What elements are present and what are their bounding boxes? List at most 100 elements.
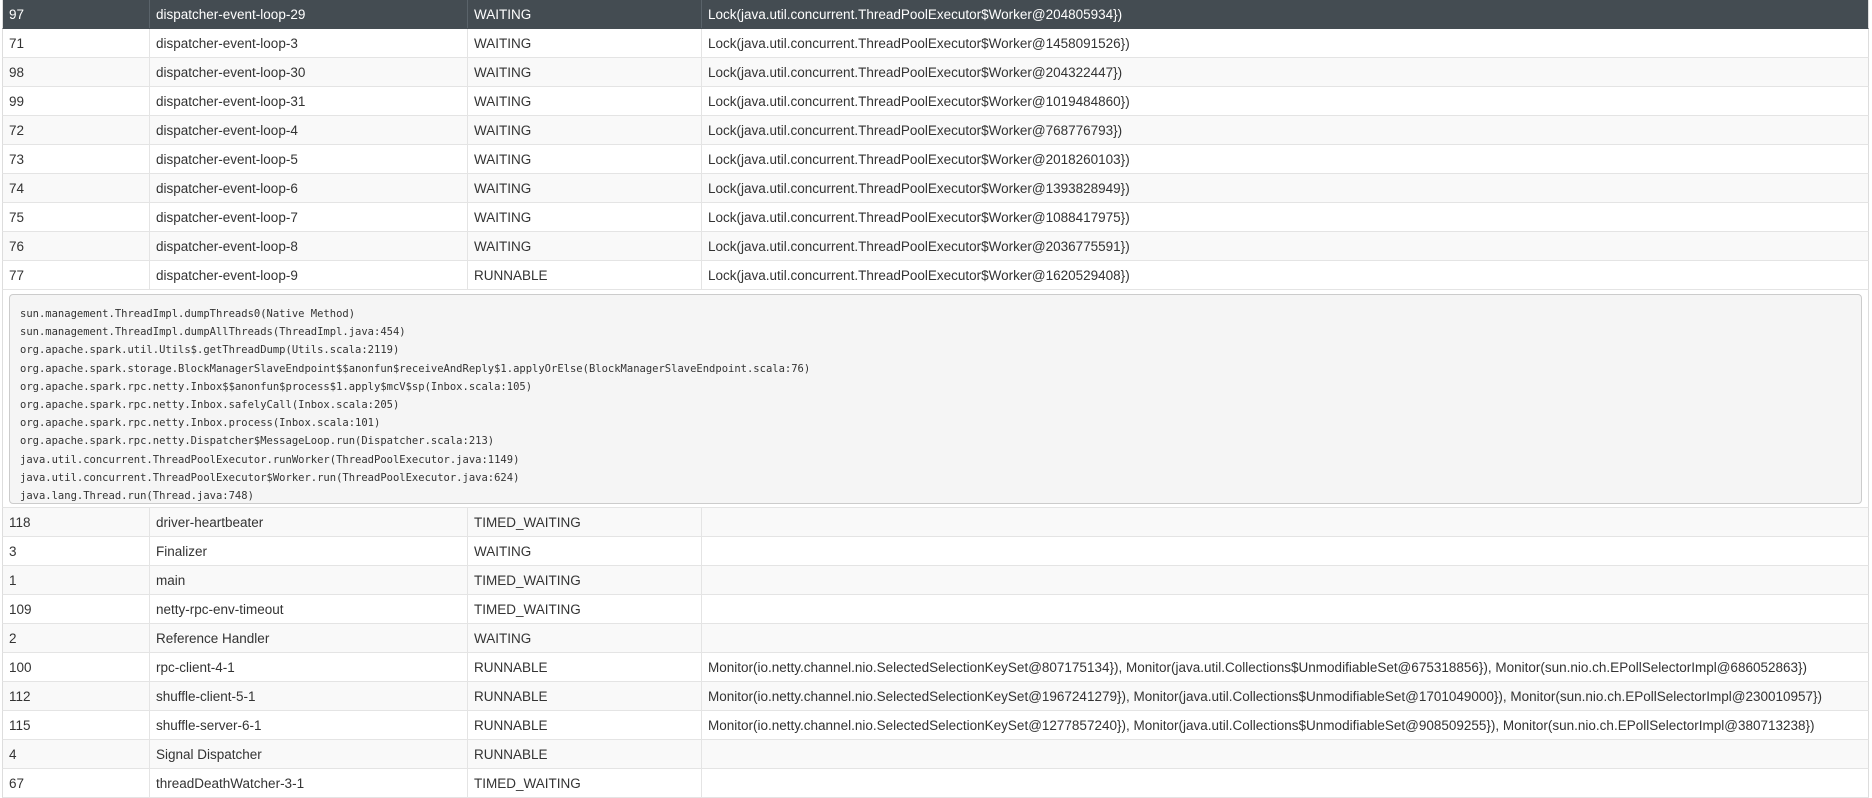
thread-row[interactable]: 74 dispatcher-event-loop-6 WAITING Lock(jav…	[2, 174, 1869, 203]
thread-name-cell: dispatcher-event-loop-31	[150, 87, 468, 115]
thread-row[interactable]: 77 dispatcher-event-loop-9 RUNNABLE Lock(ja…	[2, 261, 1869, 290]
stack-frame: java.lang.Thread.run(Thread.java:748)	[20, 490, 254, 503]
thread-row[interactable]: 112 shuffle-client-5-1 RUNNABLE Monitor(io.…	[2, 682, 1869, 711]
thread-row[interactable]: 71 dispatcher-event-loop-3 WAITING Lock(jav…	[2, 29, 1869, 58]
thread-name-cell: dispatcher-event-loop-6	[150, 174, 468, 202]
thread-name-cell: dispatcher-event-loop-29	[150, 0, 468, 28]
thread-row[interactable]: 3 Finalizer WAITING	[2, 537, 1869, 566]
thread-id-cell: 1	[3, 566, 150, 594]
stack-frame: org.apache.spark.rpc.netty.Inbox.safelyC…	[20, 399, 400, 412]
thread-name-cell: dispatcher-event-loop-3	[150, 29, 468, 57]
thread-name-cell: Reference Handler	[150, 624, 468, 652]
thread-state-cell: WAITING	[468, 58, 702, 86]
stack-trace-box: sun.management.ThreadImpl.dumpThreads0(N…	[9, 294, 1862, 504]
thread-id-cell: 67	[3, 769, 150, 797]
thread-id-cell: 99	[3, 87, 150, 115]
thread-name-cell: shuffle-client-5-1	[150, 682, 468, 710]
thread-row[interactable]: 72 dispatcher-event-loop-4 WAITING Lock(jav…	[2, 116, 1869, 145]
thread-state-cell: WAITING	[468, 116, 702, 144]
thread-row[interactable]: 73 dispatcher-event-loop-5 WAITING Lock(jav…	[2, 145, 1869, 174]
stack-frame: org.apache.spark.rpc.netty.Dispatcher$Me…	[20, 435, 495, 448]
stack-frame: org.apache.spark.util.Utils$.getThreadDu…	[20, 344, 400, 357]
stack-frame: org.apache.spark.rpc.netty.Inbox.process…	[20, 417, 381, 430]
thread-name-cell: dispatcher-event-loop-8	[150, 232, 468, 260]
stack-frame: org.apache.spark.storage.BlockManagerSla…	[20, 362, 811, 375]
thread-name-cell: netty-rpc-env-timeout	[150, 595, 468, 623]
thread-state-cell: TIMED_WAITING	[468, 595, 702, 623]
thread-id-cell: 115	[3, 711, 150, 739]
thread-name-cell: rpc-client-4-1	[150, 653, 468, 681]
thread-state-cell: RUNNABLE	[468, 711, 702, 739]
thread-lock-cell	[702, 769, 1868, 797]
thread-lock-cell: Lock(java.util.concurrent.ThreadPoolExec…	[708, 123, 1123, 138]
thread-lock-cell	[702, 566, 1868, 594]
thread-lock-cell: Lock(java.util.concurrent.ThreadPoolExec…	[708, 7, 1123, 22]
thread-state-cell: WAITING	[468, 0, 702, 28]
thread-id-cell: 76	[3, 232, 150, 260]
thread-name-cell: dispatcher-event-loop-7	[150, 203, 468, 231]
thread-name-cell: dispatcher-event-loop-4	[150, 116, 468, 144]
thread-id-cell: 72	[3, 116, 150, 144]
stack-frame: sun.management.ThreadImpl.dumpThreads0(N…	[20, 308, 356, 320]
thread-name-cell: dispatcher-event-loop-5	[150, 145, 468, 173]
thread-row[interactable]: 97 dispatcher-event-loop-29 WAITING Lock(ja…	[2, 0, 1869, 29]
thread-lock-cell: Lock(java.util.concurrent.ThreadPoolExec…	[708, 152, 1130, 167]
thread-state-cell: WAITING	[468, 537, 702, 565]
thread-lock-cell: Lock(java.util.concurrent.ThreadPoolExec…	[708, 268, 1130, 283]
thread-lock-cell: Lock(java.util.concurrent.ThreadPoolExec…	[708, 65, 1123, 80]
thread-row[interactable]: 2 Reference Handler WAITING	[2, 624, 1869, 653]
thread-state-cell: WAITING	[468, 29, 702, 57]
thread-row[interactable]: 4 Signal Dispatcher RUNNABLE	[2, 740, 1869, 769]
thread-row[interactable]: 98 dispatcher-event-loop-30 WAITING Lock(ja…	[2, 58, 1869, 87]
thread-row[interactable]: 109 netty-rpc-env-timeout TIMED_WAITING	[2, 595, 1869, 624]
thread-name-cell: dispatcher-event-loop-30	[150, 58, 468, 86]
thread-lock-cell: Lock(java.util.concurrent.ThreadPoolExec…	[708, 94, 1130, 109]
thread-state-cell: RUNNABLE	[468, 682, 702, 710]
thread-lock-cell: Lock(java.util.concurrent.ThreadPoolExec…	[708, 181, 1130, 196]
thread-lock-cell: Monitor(io.netty.channel.nio.SelectedSel…	[708, 689, 1823, 704]
thread-rows-top: 97 dispatcher-event-loop-29 WAITING Lock(ja…	[2, 0, 1869, 290]
thread-dump-table: 97 dispatcher-event-loop-29 WAITING Lock(ja…	[2, 0, 1869, 798]
thread-name-cell: Finalizer	[150, 537, 468, 565]
thread-name-cell: Signal Dispatcher	[150, 740, 468, 768]
stack-trace-row: sun.management.ThreadImpl.dumpThreads0(N…	[2, 290, 1869, 508]
thread-row[interactable]: 76 dispatcher-event-loop-8 WAITING Lock(jav…	[2, 232, 1869, 261]
stack-frame: org.apache.spark.rpc.netty.Inbox$$anonfu…	[20, 380, 533, 393]
thread-lock-cell	[702, 595, 1868, 623]
thread-id-cell: 73	[3, 145, 150, 173]
thread-row[interactable]: 1 main TIMED_WAITING	[2, 566, 1869, 595]
thread-rows-bottom: 118 driver-heartbeater TIMED_WAITING 3 Final…	[2, 508, 1869, 798]
thread-lock-cell: Monitor(io.netty.channel.nio.SelectedSel…	[708, 718, 1815, 733]
thread-id-cell: 97	[3, 0, 150, 28]
thread-lock-cell	[702, 508, 1868, 536]
thread-id-cell: 77	[3, 261, 150, 289]
thread-state-cell: WAITING	[468, 87, 702, 115]
thread-state-cell: RUNNABLE	[468, 653, 702, 681]
thread-row[interactable]: 67 threadDeathWatcher-3-1 TIMED_WAITING	[2, 769, 1869, 798]
thread-row[interactable]: 118 driver-heartbeater TIMED_WAITING	[2, 508, 1869, 537]
thread-row[interactable]: 100 rpc-client-4-1 RUNNABLE Monitor(io.nett…	[2, 653, 1869, 682]
thread-row[interactable]: 75 dispatcher-event-loop-7 WAITING Lock(jav…	[2, 203, 1869, 232]
stack-frame: java.util.concurrent.ThreadPoolExecutor.…	[20, 453, 520, 466]
thread-lock-cell: Lock(java.util.concurrent.ThreadPoolExec…	[708, 36, 1130, 51]
thread-name-cell: shuffle-server-6-1	[150, 711, 468, 739]
thread-lock-cell	[702, 624, 1868, 652]
thread-row[interactable]: 99 dispatcher-event-loop-31 WAITING Lock(ja…	[2, 87, 1869, 116]
thread-lock-cell	[702, 537, 1868, 565]
thread-name-cell: threadDeathWatcher-3-1	[150, 769, 468, 797]
thread-state-cell: TIMED_WAITING	[468, 566, 702, 594]
thread-row[interactable]: 115 shuffle-server-6-1 RUNNABLE Monitor(io.…	[2, 711, 1869, 740]
thread-state-cell: RUNNABLE	[468, 740, 702, 768]
thread-name-cell: driver-heartbeater	[150, 508, 468, 536]
stack-frame: java.util.concurrent.ThreadPoolExecutor$…	[20, 471, 520, 484]
thread-state-cell: WAITING	[468, 145, 702, 173]
thread-lock-cell: Lock(java.util.concurrent.ThreadPoolExec…	[708, 239, 1130, 254]
thread-id-cell: 71	[3, 29, 150, 57]
thread-lock-cell	[702, 740, 1868, 768]
thread-id-cell: 74	[3, 174, 150, 202]
thread-id-cell: 3	[3, 537, 150, 565]
thread-lock-cell: Monitor(io.netty.channel.nio.SelectedSel…	[708, 660, 1808, 675]
thread-id-cell: 112	[3, 682, 150, 710]
thread-id-cell: 118	[3, 508, 150, 536]
thread-state-cell: RUNNABLE	[468, 261, 702, 289]
